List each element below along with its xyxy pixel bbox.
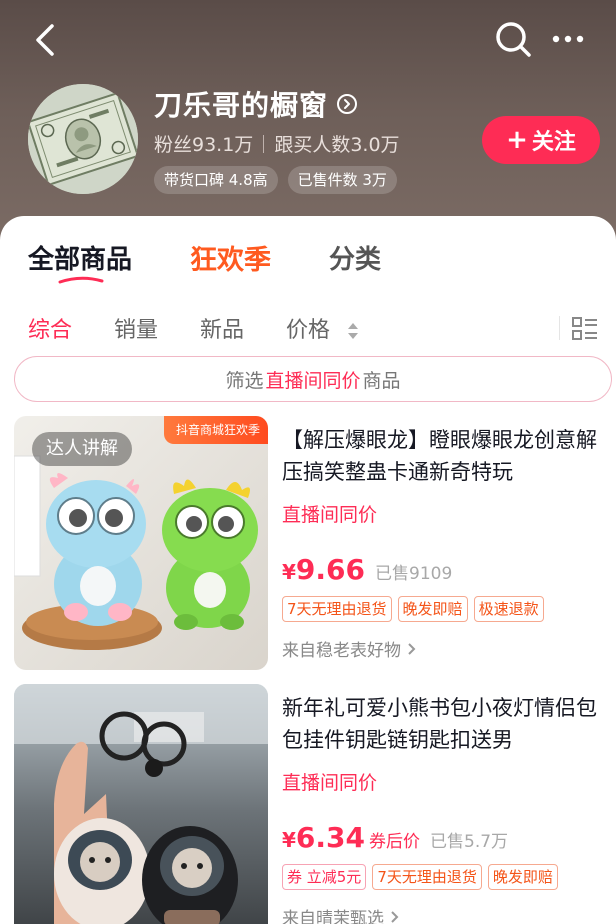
sort-price-label: 价格 (286, 318, 331, 343)
after-coupon-label: 券后价 (369, 832, 421, 852)
live-price-label: 直播间同价 (282, 772, 378, 794)
sold-badge[interactable]: 已售件数 3万 (287, 166, 397, 194)
coupon-tag[interactable]: 券 立减5元 (282, 864, 367, 890)
category-tabs: 全部商品 狂欢季 分类 (28, 238, 381, 284)
tab-festival[interactable]: 狂欢季 (190, 238, 271, 277)
tab-category[interactable]: 分类 (329, 239, 381, 276)
product-title[interactable]: 【解压爆眼龙】瞪眼爆眼龙创意解压搞笑整蛊卡通新奇特玩 (282, 424, 612, 488)
live-price-filter[interactable]: 筛选 直播间同价 商品 (14, 356, 612, 402)
top-nav-bar (0, 14, 616, 64)
product-price: 6.34 (295, 821, 366, 854)
tab-all-products[interactable]: 全部商品 (28, 239, 133, 284)
bear-keychain-image (14, 684, 268, 924)
live-price-label: 直播间同价 (282, 504, 378, 526)
service-tag: 晚发即赔 (397, 596, 468, 622)
info-circle-icon[interactable] (336, 93, 358, 115)
sort-new[interactable]: 新品 (200, 312, 244, 344)
chevron-right-icon (408, 642, 416, 655)
expert-explain-tag: 达人讲解 (32, 432, 132, 466)
price-row: ¥ 6.34 券后价 已售5.7万 (282, 821, 612, 854)
service-tags: 7天无理由退货 晚发即赔 极速退款 (282, 596, 612, 622)
service-tag: 7天无理由退货 (372, 864, 482, 890)
currency-symbol: ¥ (282, 828, 296, 852)
service-tag: 7天无理由退货 (282, 596, 392, 622)
shop-stats: 粉丝93.1万 跟买人数3.0万 (154, 130, 400, 157)
price-row: ¥ 9.66 已售9109 (282, 553, 612, 586)
sort-divider (559, 316, 560, 340)
product-title[interactable]: 新年礼可爱小熊书包小夜灯情侣包包挂件钥匙链钥匙扣送男 (282, 692, 612, 756)
product-thumbnail[interactable] (14, 684, 268, 924)
filter-highlight: 直播间同价 (265, 369, 361, 392)
dollar-bill-image (28, 84, 138, 194)
shop-badges: 带货口碑 4.8高 已售件数 3万 (154, 166, 397, 194)
shop-name: 刀乐哥的橱窗 (154, 89, 329, 122)
follow-button[interactable]: + 关注 (482, 116, 600, 164)
sold-count: 已售9109 (375, 564, 453, 584)
product-thumbnail[interactable]: 达人讲解 抖音商城狂欢季 (14, 416, 268, 670)
shop-header: 刀乐哥的橱窗 粉丝93.1万 跟买人数3.0万 带货口碑 4.8高 已售件数 3… (0, 0, 616, 250)
sort-price[interactable]: 价格 (286, 312, 359, 344)
sort-comprehensive[interactable]: 综合 (28, 312, 72, 344)
sort-arrows-icon (348, 323, 359, 339)
list-layout-icon[interactable] (570, 314, 600, 344)
followers-buy-count: 跟买人数3.0万 (274, 134, 400, 156)
product-source[interactable]: 来自稳老表好物 (282, 636, 612, 661)
more-icon[interactable] (548, 22, 588, 56)
currency-symbol: ¥ (282, 560, 296, 584)
service-tag: 极速退款 (473, 596, 544, 622)
source-label: 来自晴茉甄选 (282, 909, 384, 924)
festival-corner-tag: 抖音商城狂欢季 (163, 416, 268, 444)
shop-avatar[interactable] (28, 84, 138, 194)
product-card[interactable]: 达人讲解 抖音商城狂欢季 【解压爆眼龙】瞪眼爆眼龙创意解压搞笑整蛊卡通新奇特玩 … (14, 416, 610, 672)
product-card[interactable]: 新年礼可爱小熊书包小夜灯情侣包包挂件钥匙链钥匙扣送男 直播间同价 ¥ 6.34 … (14, 684, 610, 924)
follow-label: 关注 (531, 130, 576, 155)
product-price: 9.66 (295, 553, 366, 586)
rating-badge[interactable]: 带货口碑 4.8高 (154, 166, 278, 194)
search-icon[interactable] (492, 18, 534, 60)
product-info: 【解压爆眼龙】瞪眼爆眼龙创意解压搞笑整蛊卡通新奇特玩 直播间同价 ¥ 9.66 … (282, 424, 612, 661)
tab-all-products-label: 全部商品 (28, 245, 133, 275)
sort-sales[interactable]: 销量 (114, 312, 158, 344)
back-icon[interactable] (26, 20, 66, 60)
shop-name-row[interactable]: 刀乐哥的橱窗 (154, 84, 358, 124)
service-tags: 券 立减5元 7天无理由退货 晚发即赔 (282, 864, 612, 890)
chevron-right-icon (391, 910, 399, 923)
plus-icon: + (506, 125, 528, 155)
fans-count: 粉丝93.1万 (154, 134, 254, 156)
sold-count: 已售5.7万 (430, 832, 509, 852)
filter-suffix: 商品 (362, 369, 401, 392)
sort-bar: 综合 销量 新品 价格 (28, 308, 608, 348)
service-tag: 晚发即赔 (487, 864, 558, 890)
active-tab-indicator (58, 276, 104, 284)
stats-divider (263, 134, 265, 153)
product-info: 新年礼可爱小熊书包小夜灯情侣包包挂件钥匙链钥匙扣送男 直播间同价 ¥ 6.34 … (282, 692, 612, 924)
filter-prefix: 筛选 (225, 369, 264, 392)
source-label: 来自稳老表好物 (282, 641, 401, 661)
product-source[interactable]: 来自晴茉甄选 (282, 904, 612, 924)
